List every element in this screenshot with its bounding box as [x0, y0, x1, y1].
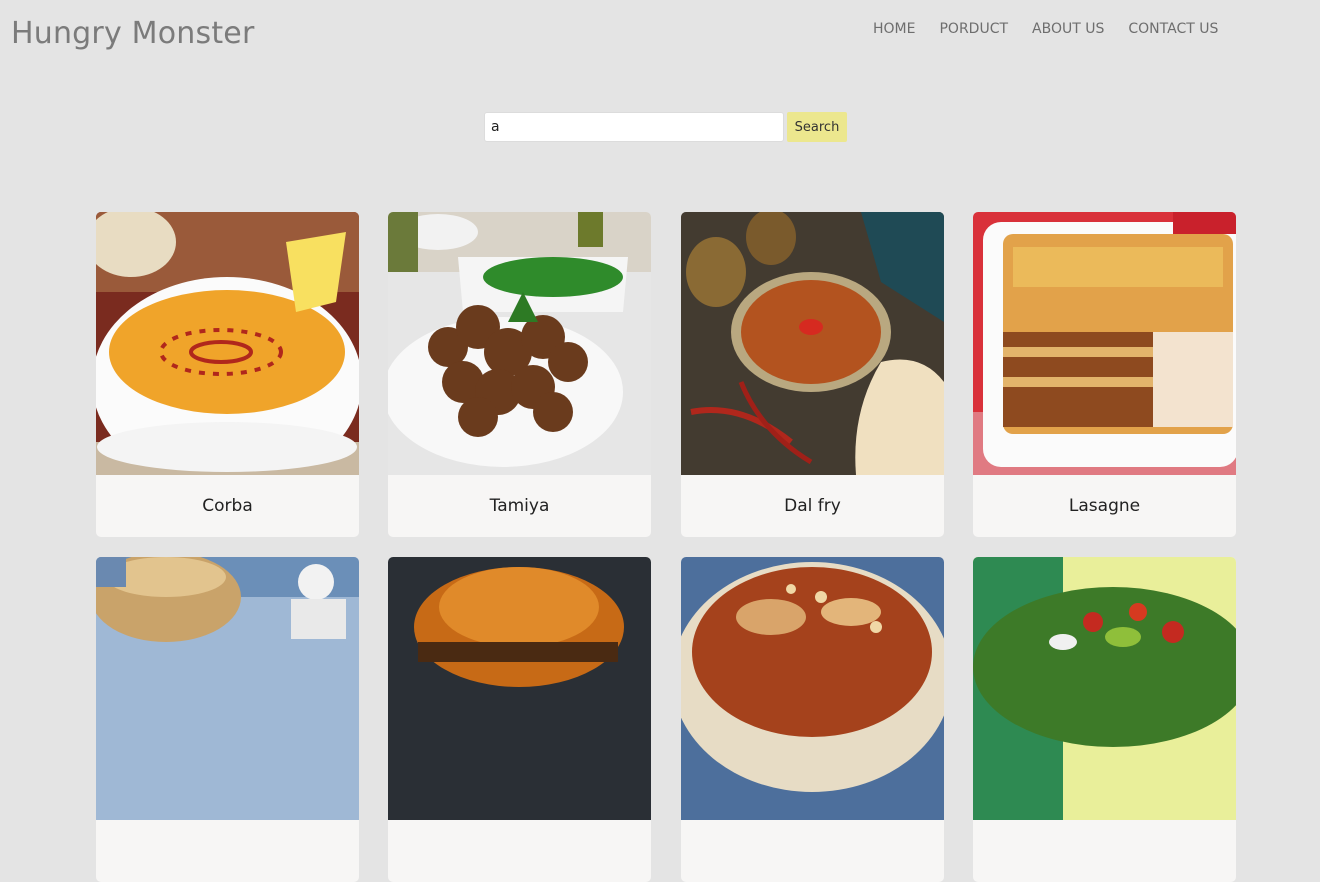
tamiya-falafel-image: [388, 212, 651, 475]
meal-card[interactable]: [681, 557, 944, 882]
meal-name: [388, 820, 651, 882]
corba-soup-image: [96, 212, 359, 475]
lasagne-image: [973, 212, 1236, 475]
site-header: Hungry Monster HOME PORDUCT ABOUT US CON…: [0, 0, 1320, 80]
dal-fry-image: [681, 212, 944, 475]
meal-name: Dal fry: [784, 496, 841, 516]
meal-card[interactable]: [973, 557, 1236, 882]
meal-name: Tamiya: [489, 496, 550, 516]
nav-home[interactable]: HOME: [873, 20, 915, 38]
meal-card[interactable]: Corba: [96, 212, 359, 537]
main-nav: HOME PORDUCT ABOUT US CONTACT US: [873, 20, 1242, 38]
salad-image: [973, 557, 1236, 820]
meal-card[interactable]: Dal fry: [681, 212, 944, 537]
nav-product[interactable]: PORDUCT: [939, 20, 1008, 38]
burger-image: [388, 557, 651, 820]
meal-name: Corba: [202, 496, 253, 516]
search-input[interactable]: [484, 112, 784, 142]
nav-about-us[interactable]: ABOUT US: [1032, 20, 1104, 38]
meal-card[interactable]: [388, 557, 651, 882]
meal-name: [973, 820, 1236, 882]
bread-basket-image: [96, 557, 359, 820]
meal-name: [681, 820, 944, 882]
meal-card[interactable]: [96, 557, 359, 882]
meal-card[interactable]: Lasagne: [973, 212, 1236, 537]
search-bar: Search: [484, 112, 847, 142]
site-logo[interactable]: Hungry Monster: [11, 16, 255, 51]
meal-name: [96, 820, 359, 882]
nav-contact-us[interactable]: CONTACT US: [1128, 20, 1218, 38]
meal-name: Lasagne: [1068, 496, 1141, 516]
koshari-image: [681, 557, 944, 820]
meal-card[interactable]: Tamiya: [388, 212, 651, 537]
search-button[interactable]: Search: [787, 112, 847, 142]
